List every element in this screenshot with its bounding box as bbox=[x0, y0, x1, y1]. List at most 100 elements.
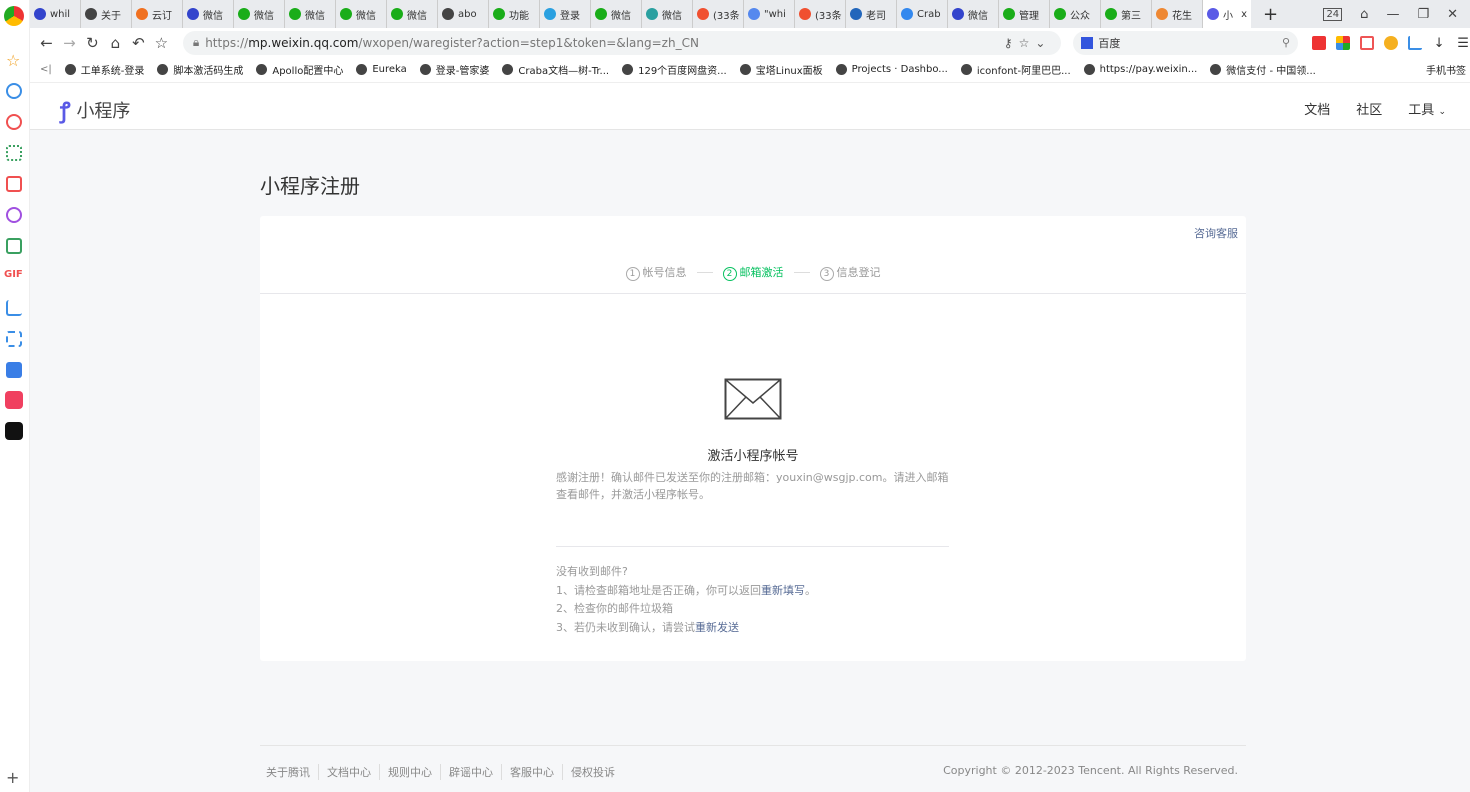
favicon-icon bbox=[34, 8, 46, 20]
tab-label: 管理 bbox=[1019, 10, 1039, 22]
footer-link[interactable]: 规则中心 bbox=[379, 764, 440, 780]
pdf-icon[interactable] bbox=[6, 176, 22, 192]
tab[interactable]: 微信 bbox=[948, 0, 999, 28]
bookmark-item[interactable]: 登录-管家婆 bbox=[419, 62, 489, 77]
podcast-icon[interactable] bbox=[5, 391, 23, 409]
bookmark-item[interactable]: 脚本激活码生成 bbox=[157, 62, 243, 77]
search-icon[interactable]: ⚲ bbox=[1282, 36, 1290, 49]
bookmark-item[interactable]: Apollo配置中心 bbox=[256, 62, 343, 77]
tab[interactable]: 微信 bbox=[591, 0, 642, 28]
translate-icon[interactable] bbox=[6, 362, 22, 378]
forward-icon[interactable]: → bbox=[58, 34, 81, 52]
bookmark-item[interactable]: iconfont-阿里巴巴... bbox=[960, 62, 1071, 77]
tab[interactable]: 花生 bbox=[1152, 0, 1203, 28]
refill-link[interactable]: 重新填写 bbox=[761, 584, 805, 597]
night-mode-icon[interactable] bbox=[1384, 35, 1399, 50]
record-icon[interactable] bbox=[6, 114, 22, 130]
tab-count-badge[interactable]: 24 bbox=[1323, 7, 1343, 21]
step-number: 1 bbox=[625, 267, 640, 281]
tab[interactable]: 关于 bbox=[81, 0, 132, 28]
resend-link[interactable]: 重新发送 bbox=[695, 621, 739, 634]
skin-icon[interactable]: ⌂ bbox=[1360, 7, 1368, 22]
tab[interactable]: (33条 bbox=[795, 0, 846, 28]
bookmark-item[interactable]: Craba文档—树-Tr... bbox=[502, 62, 609, 77]
tab[interactable]: 微信 bbox=[387, 0, 438, 28]
footer-link[interactable]: 客服中心 bbox=[501, 764, 562, 780]
tab[interactable]: 第三 bbox=[1101, 0, 1152, 28]
reload-icon[interactable]: ↻ bbox=[81, 34, 104, 52]
favicon-icon bbox=[952, 8, 964, 20]
tab-label: 微信 bbox=[968, 10, 988, 22]
extension-icon[interactable] bbox=[1312, 35, 1327, 50]
collapse-sidebar-icon[interactable]: <| bbox=[40, 64, 52, 75]
ocr-icon[interactable] bbox=[6, 331, 22, 347]
favorites-icon[interactable]: ☆ bbox=[6, 53, 22, 69]
notes-icon[interactable] bbox=[6, 238, 22, 254]
bookmark-item[interactable]: 微信支付 - 中国领... bbox=[1210, 62, 1316, 77]
bookmark-label: 微信支付 - 中国领... bbox=[1226, 66, 1316, 77]
tab[interactable]: 公众 bbox=[1050, 0, 1101, 28]
nav-docs[interactable]: 文档 bbox=[1304, 99, 1330, 118]
url-input[interactable]: 🔒︎ https://mp.weixin.qq.com/wxopen/wareg… bbox=[182, 30, 1062, 55]
footer-link[interactable]: 关于腾讯 bbox=[266, 764, 318, 780]
tab[interactable]: 微信 bbox=[183, 0, 234, 28]
footer-link[interactable]: 文档中心 bbox=[318, 764, 379, 780]
home-icon[interactable]: ⌂ bbox=[104, 34, 127, 52]
tab[interactable]: abo bbox=[438, 0, 489, 28]
undo-icon[interactable]: ↶ bbox=[127, 34, 150, 52]
tab[interactable]: whil bbox=[30, 0, 81, 28]
search-input[interactable]: 百度 ⚲ bbox=[1073, 30, 1299, 55]
bookmark-item[interactable]: Eureka bbox=[356, 62, 407, 77]
tab[interactable]: (33条 bbox=[693, 0, 744, 28]
tab[interactable]: 微信 bbox=[642, 0, 693, 28]
menu-icon[interactable]: ☰ bbox=[1456, 36, 1470, 51]
search-engine-label: 百度 bbox=[1098, 36, 1121, 50]
bookmark-item[interactable]: 宝塔Linux面板 bbox=[739, 62, 823, 77]
close-tab-icon[interactable]: x bbox=[1241, 9, 1247, 20]
tab-active[interactable]: 小x bbox=[1203, 0, 1251, 28]
tab[interactable]: 微信 bbox=[336, 0, 387, 28]
restore-button[interactable]: ❐ bbox=[1417, 7, 1429, 22]
qrcode-icon[interactable] bbox=[6, 145, 22, 161]
bookmark-item[interactable]: 129个百度网盘资... bbox=[622, 62, 727, 77]
bug-icon[interactable] bbox=[6, 207, 22, 223]
crop-icon[interactable] bbox=[6, 300, 22, 316]
url-actions[interactable]: ⚷☆⌄ bbox=[1004, 36, 1052, 50]
footer-link[interactable]: 侵权投诉 bbox=[562, 764, 623, 780]
tab[interactable]: 微信 bbox=[285, 0, 336, 28]
bookmark-item[interactable]: 工单系统-登录 bbox=[64, 62, 144, 77]
tab[interactable]: 云订 bbox=[132, 0, 183, 28]
baidu-icon bbox=[1081, 36, 1094, 49]
tab[interactable]: 管理 bbox=[999, 0, 1050, 28]
add-sidebar-icon[interactable]: + bbox=[6, 768, 22, 787]
apps-icon[interactable] bbox=[1336, 35, 1351, 50]
gif-icon[interactable]: GIF bbox=[4, 269, 23, 285]
tab[interactable]: 微信 bbox=[234, 0, 285, 28]
tab[interactable]: 登录 bbox=[540, 0, 591, 28]
tab[interactable]: 老司 bbox=[846, 0, 897, 28]
history-icon[interactable] bbox=[6, 83, 22, 99]
bookmark-item[interactable]: https://pay.weixin... bbox=[1083, 62, 1197, 77]
crop-tool-icon[interactable] bbox=[1408, 35, 1423, 50]
nav-community[interactable]: 社区 bbox=[1356, 99, 1382, 118]
nav-tools[interactable]: 工具 ⌄ bbox=[1408, 99, 1446, 118]
back-icon[interactable]: ← bbox=[35, 34, 58, 52]
bookmark-star-icon[interactable]: ☆ bbox=[150, 34, 173, 52]
tab[interactable]: "whi bbox=[744, 0, 795, 28]
tiktok-icon[interactable] bbox=[5, 422, 23, 440]
mobile-bookmarks[interactable]: 手机书签 bbox=[1426, 62, 1466, 77]
logo[interactable]: ꝭ 小程序 bbox=[60, 95, 130, 125]
pdf-tool-icon[interactable] bbox=[1360, 35, 1375, 50]
customer-service-link[interactable]: 咨询客服 bbox=[1194, 225, 1238, 241]
tab-label: abo bbox=[458, 8, 477, 20]
tab[interactable]: 功能 bbox=[489, 0, 540, 28]
tab[interactable]: Crab bbox=[897, 0, 948, 28]
footer-link[interactable]: 辟谣中心 bbox=[440, 764, 501, 780]
tab-label: 云订 bbox=[152, 10, 172, 22]
tab-label: 微信 bbox=[662, 10, 682, 22]
bookmark-item[interactable]: Projects · Dashbo... bbox=[835, 62, 948, 77]
minimize-button[interactable]: — bbox=[1386, 7, 1399, 22]
download-icon[interactable]: ↓ bbox=[1432, 36, 1446, 51]
new-tab-button[interactable]: + bbox=[1263, 4, 1278, 25]
close-window-button[interactable]: ✕ bbox=[1447, 7, 1458, 22]
